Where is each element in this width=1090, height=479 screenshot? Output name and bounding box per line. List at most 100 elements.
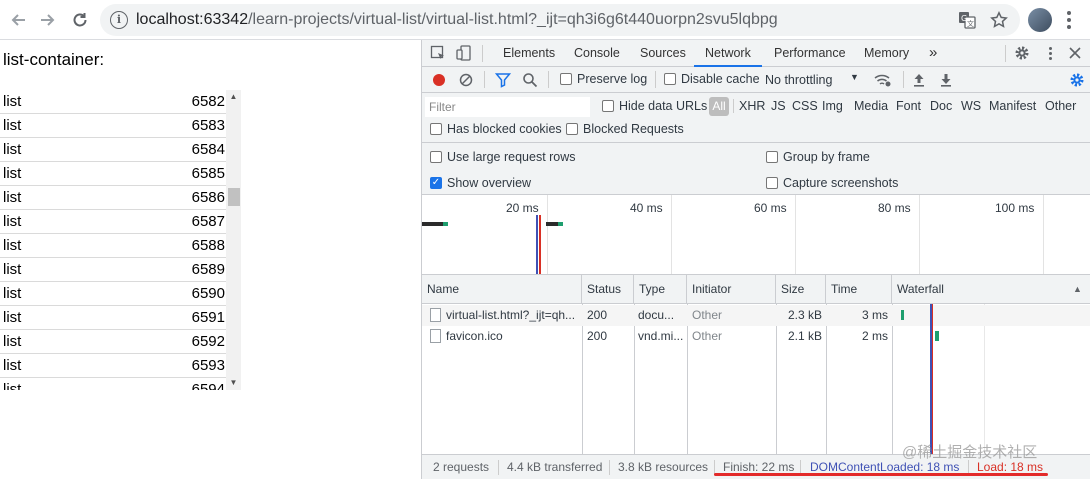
list-item-value: 6592 [191, 333, 225, 350]
filter-type-font[interactable]: Font [896, 99, 921, 113]
list-item-label: list [3, 285, 22, 302]
reload-button[interactable] [68, 8, 92, 32]
filter-icon[interactable] [494, 72, 512, 88]
list-item: list 6588 [0, 234, 226, 258]
column-header-name[interactable]: Name [422, 275, 582, 304]
list-item-label: list [3, 141, 22, 158]
list-item-value: 6587 [191, 213, 225, 230]
checkbox-box[interactable] [664, 73, 676, 85]
request-status: 200 [587, 308, 608, 322]
has-blocked-cookies-checkbox[interactable]: Has blocked cookies [430, 122, 562, 136]
checkbox-box[interactable] [566, 123, 578, 135]
filter-type-css[interactable]: CSS [792, 99, 818, 113]
column-header-type[interactable]: Type [634, 275, 687, 304]
preserve-log-label: Preserve log [577, 72, 648, 86]
grid-line [919, 195, 920, 274]
translate-icon[interactable]: G文 [958, 11, 976, 29]
throttling-select[interactable]: No throttling [765, 73, 832, 87]
request-name[interactable]: favicon.ico [446, 326, 580, 347]
list-rows: list 6582 list 6583 list 6584 list 6585 list 6586… [0, 90, 242, 390]
tab-elements[interactable]: Elements [503, 40, 555, 67]
tab-memory[interactable]: Memory [864, 40, 909, 67]
avatar[interactable] [1028, 8, 1052, 32]
checkbox-box[interactable] [602, 100, 614, 112]
chrome-menu-icon[interactable] [1062, 8, 1076, 32]
network-settings-gear-icon[interactable] [1069, 72, 1085, 88]
request-initiator: Other [692, 308, 723, 322]
list-item-label: list [3, 309, 22, 326]
wifi-settings-icon[interactable] [874, 72, 891, 88]
table-row[interactable]: virtual-list.html?_ijt=qh... 200 docu...… [422, 305, 1090, 326]
url-path: /learn-projects/virtual-list/virtual-lis… [248, 11, 778, 28]
show-overview-checkbox[interactable]: ✓ Show overview [430, 176, 531, 190]
close-icon[interactable] [1067, 45, 1083, 61]
scroll-up-arrow[interactable]: ▲ [226, 90, 241, 104]
checkbox-box[interactable] [766, 177, 778, 189]
filter-type-js[interactable]: JS [771, 99, 786, 113]
scrollbar[interactable]: ▲ ▼ [226, 90, 241, 390]
scroll-thumb[interactable] [228, 188, 240, 206]
checkbox-box[interactable] [430, 151, 442, 163]
devtools-panel: Elements Console Sources Network Perform… [421, 40, 1090, 479]
list-item: list 6594 [0, 378, 226, 390]
download-icon[interactable] [938, 72, 954, 88]
devtools-menu-icon[interactable] [1042, 45, 1058, 61]
column-header-size[interactable]: Size [776, 275, 826, 304]
filter-type-media[interactable]: Media [854, 99, 888, 113]
clear-icon[interactable] [458, 72, 474, 88]
network-overview[interactable]: 20 ms 40 ms 60 ms 80 ms 100 ms [422, 195, 1090, 275]
filter-type-all[interactable]: All [709, 97, 729, 116]
filter-input[interactable]: Filter [425, 97, 590, 117]
sort-ascending-icon[interactable]: ▲ [1073, 284, 1082, 294]
column-header-initiator[interactable]: Initiator [687, 275, 776, 304]
more-tabs-button[interactable]: » [929, 40, 937, 67]
disable-cache-checkbox[interactable]: Disable cache [664, 72, 760, 86]
gear-icon[interactable] [1014, 45, 1030, 61]
request-time: 3 ms [861, 308, 888, 322]
filter-type-doc[interactable]: Doc [930, 99, 952, 113]
forward-button[interactable] [36, 8, 60, 32]
resources-size: 3.8 kB resources [618, 460, 709, 474]
filter-type-ws[interactable]: WS [961, 99, 981, 113]
scroll-down-arrow[interactable]: ▼ [226, 376, 241, 390]
preserve-log-checkbox[interactable]: Preserve log [560, 72, 647, 86]
address-bar[interactable]: i localhost:63342/learn-projects/virtual… [100, 4, 1020, 36]
column-header-status[interactable]: Status [582, 275, 634, 304]
hide-data-urls-checkbox[interactable]: Hide data URLs [602, 99, 707, 113]
large-rows-checkbox[interactable]: Use large request rows [430, 150, 576, 164]
tab-sources[interactable]: Sources [640, 40, 686, 67]
checkbox-box[interactable] [766, 151, 778, 163]
column-header-time[interactable]: Time [826, 275, 892, 304]
tab-network[interactable]: Network [694, 40, 762, 67]
search-icon[interactable] [522, 72, 538, 88]
list-item: list 6586 [0, 186, 226, 210]
blocked-requests-checkbox[interactable]: Blocked Requests [566, 122, 684, 136]
list-container[interactable]: list 6582 list 6583 list 6584 list 6585 list 6586… [0, 90, 242, 390]
chevron-down-icon[interactable]: ▼ [850, 72, 859, 82]
star-icon[interactable] [990, 11, 1008, 29]
info-icon[interactable]: i [110, 11, 128, 29]
back-button[interactable] [6, 8, 30, 32]
checkbox-box[interactable] [560, 73, 572, 85]
list-item-label: list [3, 261, 22, 278]
device-toolbar-icon[interactable] [456, 45, 472, 61]
record-icon[interactable] [431, 72, 447, 88]
request-type: vnd.mi... [638, 329, 684, 343]
tab-console[interactable]: Console [574, 40, 620, 67]
inspect-element-icon[interactable] [430, 45, 446, 61]
filter-type-other[interactable]: Other [1045, 99, 1076, 113]
document-icon [430, 329, 441, 343]
list-item-value: 6589 [191, 261, 225, 278]
request-name[interactable]: virtual-list.html?_ijt=qh... [446, 305, 580, 326]
column-header-waterfall[interactable]: Waterfall [892, 275, 1090, 304]
filter-type-xhr[interactable]: XHR [739, 99, 765, 113]
checkbox-box[interactable] [430, 123, 442, 135]
table-row[interactable]: favicon.ico 200 vnd.mi... Other 2.1 kB 2… [422, 326, 1090, 347]
filter-type-img[interactable]: Img [822, 99, 843, 113]
tab-performance[interactable]: Performance [774, 40, 846, 67]
filter-type-manifest[interactable]: Manifest [989, 99, 1036, 113]
checkbox-checked-icon[interactable]: ✓ [430, 177, 442, 189]
upload-icon[interactable] [911, 72, 927, 88]
capture-screenshots-checkbox[interactable]: Capture screenshots [766, 176, 898, 190]
group-by-frame-checkbox[interactable]: Group by frame [766, 150, 870, 164]
